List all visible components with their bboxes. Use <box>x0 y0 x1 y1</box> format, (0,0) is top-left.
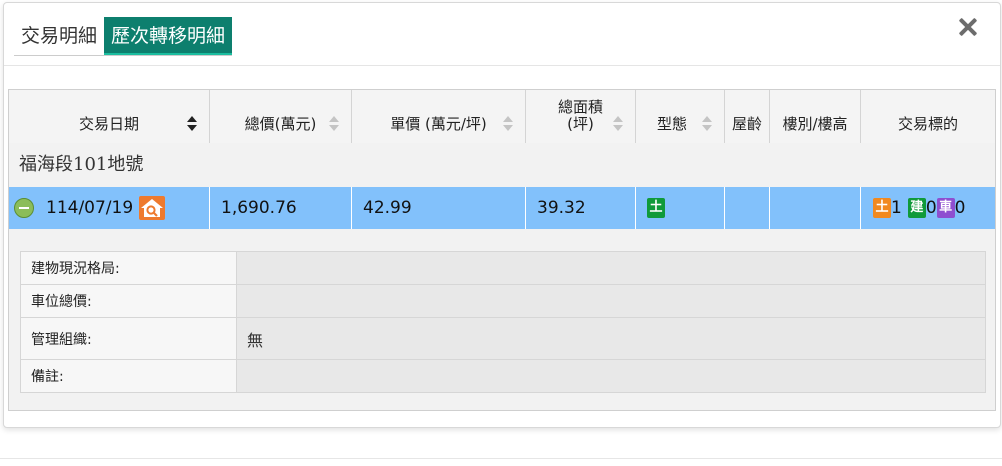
cell-floor <box>770 187 861 229</box>
detail-row-layout: 建物現況格局: <box>21 252 985 285</box>
cell-date: 114/07/19 <box>9 187 210 229</box>
sort-icon[interactable] <box>329 116 339 131</box>
column-header-floor[interactable]: 樓別/樓高 <box>770 90 861 143</box>
sort-icon[interactable] <box>503 116 513 131</box>
tab-transfer-history[interactable]: 歷次轉移明細 <box>104 17 233 55</box>
sort-icon[interactable] <box>702 116 712 131</box>
tab-transaction-details[interactable]: 交易明細 <box>14 17 105 55</box>
detail-row-management: 管理組織: 無 <box>21 318 985 360</box>
parking-count: 0 <box>954 198 966 218</box>
collapse-icon[interactable] <box>14 198 34 218</box>
group-label: 福海段101地號 <box>9 143 995 187</box>
cell-age <box>725 187 770 229</box>
cell-total-price: 1,690.76 <box>210 187 352 229</box>
column-header-total-price[interactable]: 總價(萬元) <box>210 90 352 143</box>
detail-panel: 建物現況格局: 車位總價: 管理組織: 無 備註: <box>20 251 986 393</box>
column-header-area[interactable]: 總面積 (坪) <box>526 90 636 143</box>
building-badge: 建 <box>907 198 926 218</box>
column-header-target[interactable]: 交易標的 <box>861 90 995 143</box>
parking-badge: 車 <box>936 198 955 218</box>
land-badge: 土 <box>873 198 891 218</box>
column-header-date[interactable]: 交易日期 <box>9 90 210 143</box>
tab-bar: 交易明細 歷次轉移明細 <box>14 17 233 56</box>
transaction-detail-modal: 交易明細 歷次轉移明細 交易日期 總價(萬元) 單價 (萬元/坪) 總面積 (坪… <box>3 2 1001 428</box>
transaction-grid: 交易日期 總價(萬元) 單價 (萬元/坪) 總面積 (坪) 型態 屋齡 樓別/樓… <box>8 89 996 411</box>
close-icon[interactable] <box>956 15 980 39</box>
detail-row-parking-price: 車位總價: <box>21 285 985 318</box>
column-header-type[interactable]: 型態 <box>636 90 725 143</box>
land-count: 1 <box>891 198 902 218</box>
cell-type: 土 <box>636 187 725 229</box>
grid-header: 交易日期 總價(萬元) 單價 (萬元/坪) 總面積 (坪) 型態 屋齡 樓別/樓… <box>9 90 995 144</box>
column-header-unit-price[interactable]: 單價 (萬元/坪) <box>352 90 526 143</box>
header-divider <box>4 65 1000 66</box>
sort-icon[interactable] <box>613 116 623 131</box>
column-header-age[interactable]: 屋齡 <box>725 90 770 143</box>
land-type-badge: 土 <box>647 198 665 218</box>
building-count: 0 <box>925 198 937 218</box>
cell-area: 39.32 <box>526 187 636 229</box>
house-search-icon[interactable] <box>139 196 166 220</box>
cell-unit-price: 42.99 <box>352 187 526 229</box>
sort-icon[interactable] <box>187 116 197 131</box>
background-divider <box>0 458 1002 459</box>
cell-target: 土 1 建 0 車 0 <box>861 187 995 229</box>
table-row[interactable]: 114/07/19 1,690.76 42.99 39.32 土 土 1 建 0… <box>9 187 995 229</box>
detail-row-notes: 備註: <box>21 360 985 392</box>
